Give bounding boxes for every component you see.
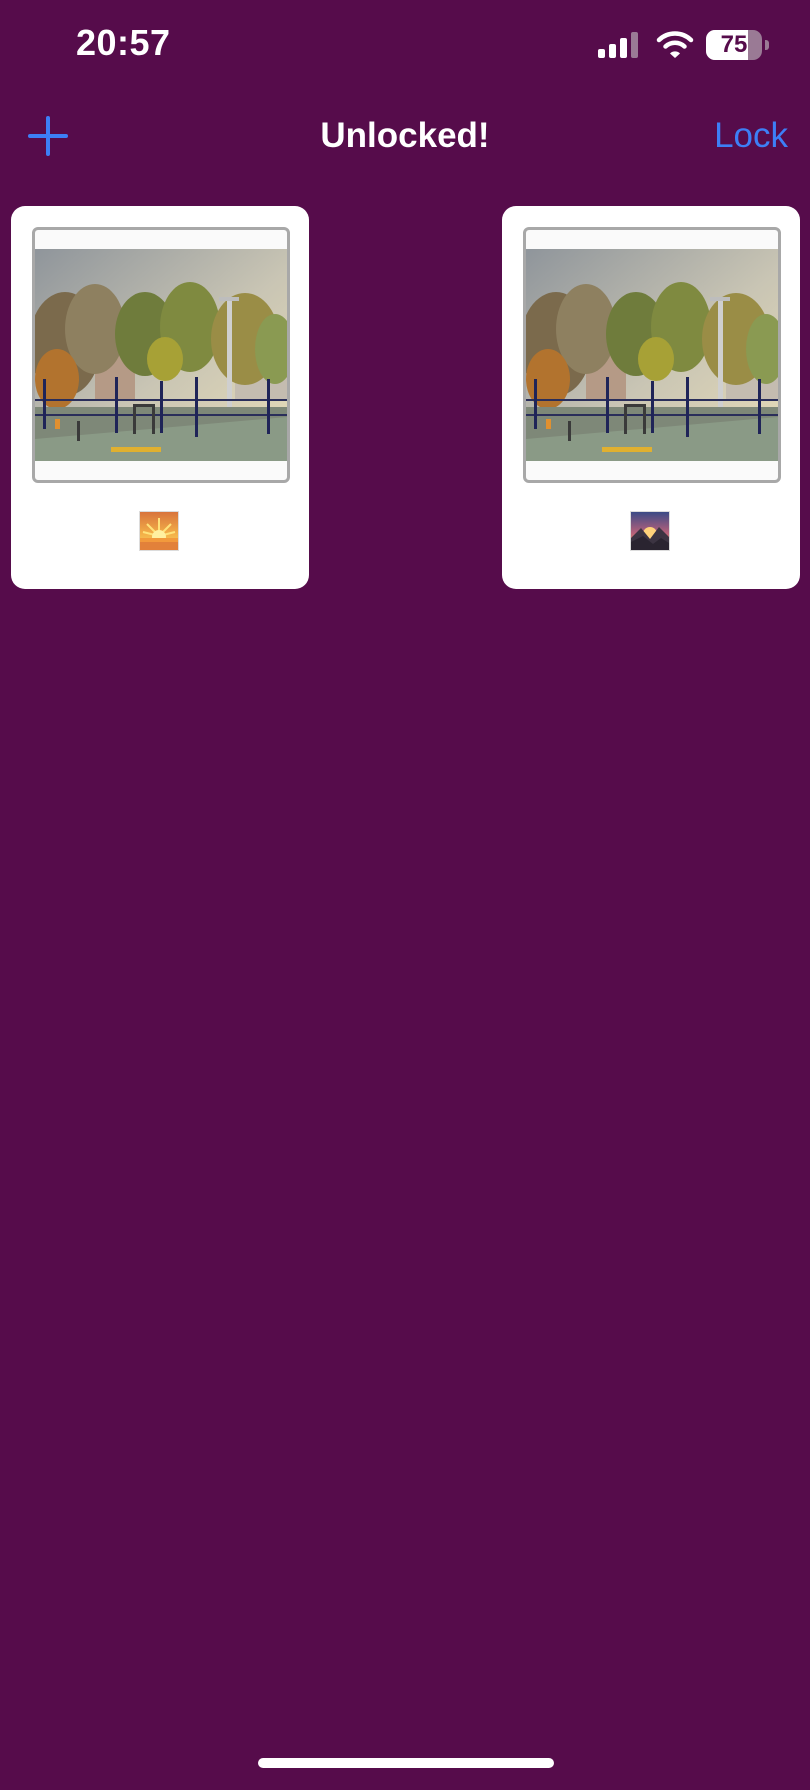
navigation-bar: Unlocked! Lock bbox=[0, 92, 810, 188]
status-bar: 20:57 75 bbox=[0, 0, 810, 92]
battery-icon: 75 bbox=[706, 30, 770, 60]
battery-level: 75 bbox=[720, 31, 748, 58]
sunrise-icon bbox=[139, 511, 179, 551]
photo-frame bbox=[32, 227, 290, 483]
cellular-signal-icon bbox=[598, 32, 638, 58]
battery-body: 75 bbox=[706, 30, 762, 60]
photo-card[interactable] bbox=[11, 206, 309, 589]
playground-photo bbox=[526, 249, 778, 461]
page-title: Unlocked! bbox=[320, 116, 490, 155]
battery-cap bbox=[765, 40, 769, 50]
playground-photo bbox=[35, 249, 287, 461]
lock-button[interactable]: Lock bbox=[714, 116, 788, 156]
status-time: 20:57 bbox=[76, 22, 171, 63]
sunrise-over-mountains-icon bbox=[630, 511, 670, 551]
photo-frame bbox=[523, 227, 781, 483]
photo-card[interactable] bbox=[502, 206, 800, 589]
home-indicator[interactable] bbox=[258, 1758, 554, 1768]
wifi-icon bbox=[656, 31, 694, 58]
